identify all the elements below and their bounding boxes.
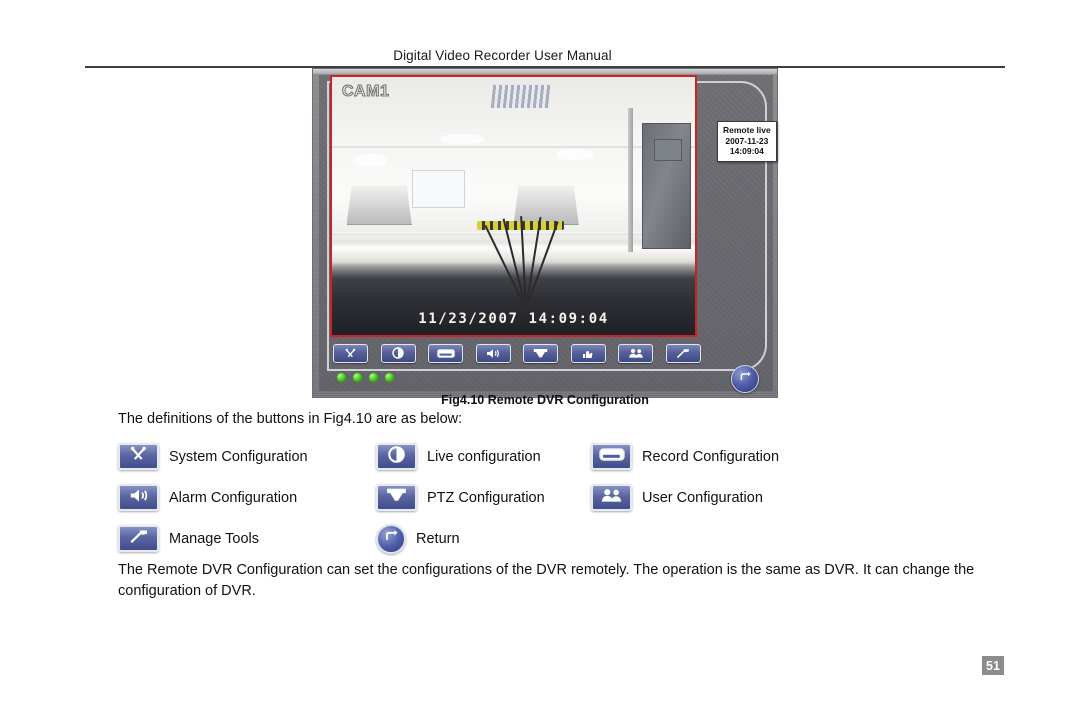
user-configuration-icon-button[interactable] xyxy=(591,484,632,511)
status-led xyxy=(369,373,378,382)
record-icon xyxy=(436,348,455,358)
record-configuration-icon-button[interactable] xyxy=(591,443,632,470)
light-reflection xyxy=(440,133,485,145)
plant-stem xyxy=(524,217,542,310)
foreground-plant xyxy=(484,216,568,310)
speaker-icon xyxy=(486,348,500,359)
window xyxy=(411,169,465,208)
light-reflection xyxy=(353,154,387,168)
return-icon-button[interactable] xyxy=(376,523,406,554)
page-number-badge: 51 xyxy=(982,656,1004,675)
legend-label: PTZ Configuration xyxy=(427,489,545,506)
toolbar-user-configuration-button[interactable] xyxy=(618,343,654,363)
return-icon xyxy=(738,370,752,389)
ceiling-grate xyxy=(490,84,552,108)
hammer-icon xyxy=(129,529,149,549)
overlay-date: 2007-11-23 xyxy=(725,135,769,146)
dvr-figure: CAM1 11/23/2007 14:09:04 Remote live 200… xyxy=(312,68,778,398)
overlay-title: Remote live xyxy=(723,125,771,135)
manage-tools-icon-button[interactable] xyxy=(118,525,159,552)
video-scene xyxy=(332,77,695,335)
legend-item-system-configuration[interactable]: System Configuration xyxy=(118,443,376,470)
video-timestamp: 11/23/2007 14:09:04 xyxy=(418,311,609,327)
system-configuration-icon-button[interactable] xyxy=(118,443,159,470)
legend-label: Alarm Configuration xyxy=(169,489,298,506)
toolbar-record-configuration-button[interactable] xyxy=(428,343,464,363)
toolbar-alarm-configuration-button[interactable] xyxy=(475,343,511,363)
page-header: Digital Video Recorder User Manual xyxy=(85,48,920,64)
dvr-body: CAM1 11/23/2007 14:09:04 Remote live 200… xyxy=(319,75,777,393)
return-button[interactable] xyxy=(731,365,759,393)
legend-label: Return xyxy=(416,530,460,547)
users-icon xyxy=(628,348,644,358)
legend-item-return[interactable]: Return xyxy=(376,523,591,554)
dome-camera-icon xyxy=(533,348,548,359)
legend-label: Record Configuration xyxy=(642,448,780,465)
legend-item-manage-tools[interactable]: Manage Tools xyxy=(118,525,376,552)
toolbar-live-configuration-button[interactable] xyxy=(380,343,416,363)
button-legend: System Configuration Live configuration … xyxy=(118,436,908,559)
toolbar-ptz-configuration-button[interactable] xyxy=(523,343,559,363)
wrench-icon xyxy=(344,348,357,359)
live-configuration-icon-button[interactable] xyxy=(376,443,417,470)
cabinet xyxy=(642,123,692,250)
users-icon xyxy=(600,488,623,507)
figure-caption: Fig4.10 Remote DVR Configuration xyxy=(441,393,649,407)
dvr-top-strip xyxy=(313,69,777,74)
contrast-icon xyxy=(388,445,405,468)
legend-label: Live configuration xyxy=(427,448,541,465)
return-icon xyxy=(383,528,399,549)
dvr-panel: CAM1 11/23/2007 14:09:04 Remote live 200… xyxy=(312,68,778,398)
status-led xyxy=(385,373,394,382)
closing-paragraph: The Remote DVR Configuration can set the… xyxy=(118,562,975,599)
legend-label: User Configuration xyxy=(642,489,763,506)
hand-icon xyxy=(582,348,594,359)
legend-row: System Configuration Live configuration … xyxy=(118,436,908,477)
ptz-configuration-icon-button[interactable] xyxy=(376,484,417,511)
video-preview[interactable]: CAM1 11/23/2007 14:09:04 xyxy=(330,75,697,337)
legend-item-alarm-configuration[interactable]: Alarm Configuration xyxy=(118,484,376,511)
legend-item-live-configuration[interactable]: Live configuration xyxy=(376,443,591,470)
alarm-configuration-icon-button[interactable] xyxy=(118,484,159,511)
ceiling-beam xyxy=(332,144,695,149)
pillar xyxy=(627,107,634,253)
plant-stem xyxy=(524,221,559,310)
light-reflection xyxy=(557,149,594,160)
legend-item-ptz-configuration[interactable]: PTZ Configuration xyxy=(376,484,591,511)
hammer-icon xyxy=(676,348,690,359)
contrast-icon xyxy=(392,347,404,359)
legend-label: Manage Tools xyxy=(169,530,260,547)
toolbar-manage-tools-button[interactable] xyxy=(665,343,701,363)
record-icon xyxy=(598,447,625,466)
status-led-group xyxy=(337,373,394,382)
legend-row: Manage Tools Return xyxy=(118,518,908,559)
legend-label: System Configuration xyxy=(169,448,308,465)
intro-text: The definitions of the buttons in Fig4.1… xyxy=(118,411,463,427)
legend-item-record-configuration[interactable]: Record Configuration xyxy=(591,443,891,470)
dvr-toolbar xyxy=(333,343,701,363)
speaker-icon xyxy=(129,488,149,508)
remote-live-overlay: Remote live 2007-11-23 14:09:04 xyxy=(717,121,777,162)
legend-item-user-configuration[interactable]: User Configuration xyxy=(591,484,891,511)
toolbar-hand-tool-button[interactable] xyxy=(570,343,606,363)
document-title: Digital Video Recorder User Manual xyxy=(393,48,612,63)
equipment-hood-left xyxy=(346,185,412,226)
status-led xyxy=(353,373,362,382)
legend-row: Alarm Configuration PTZ Configuration Us… xyxy=(118,477,908,518)
dome-camera-icon xyxy=(386,487,407,508)
overlay-time: 14:09:04 xyxy=(729,146,764,156)
wrench-icon xyxy=(129,446,148,467)
camera-label: CAM1 xyxy=(341,83,390,101)
status-led xyxy=(337,373,346,382)
toolbar-system-configuration-button[interactable] xyxy=(333,343,368,363)
